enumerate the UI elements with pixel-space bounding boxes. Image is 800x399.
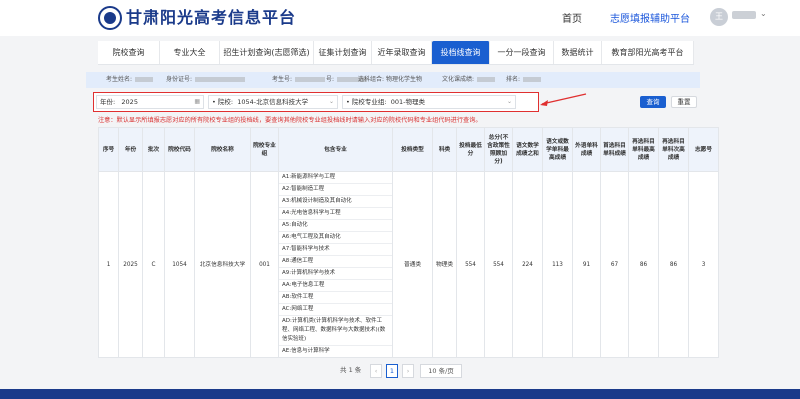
col-header: 语文或数学单科最高成绩 xyxy=(542,127,573,172)
major-group-select[interactable]: • 院校专业组: 001-物理类 ⌄ xyxy=(342,95,516,109)
list-item: A2:智能制造工程 xyxy=(279,184,392,196)
col-header: 序号 xyxy=(98,127,119,172)
info-name: 考生姓名: xyxy=(106,72,154,88)
notice-text: 注意：默认显示所填报志愿对应的所有院校专业组的投档线，要查询其他院校专业组投档线… xyxy=(98,117,482,124)
cell-school-code: 1054 xyxy=(164,171,195,358)
list-item: A3:机械设计制造及其自动化 xyxy=(279,196,392,208)
filter-bar: 年份: 2025 ▦ • 院校: 1054-北京信息科技大学 ⌄ • 院校专业组: … xyxy=(93,92,539,112)
tab-majors[interactable]: 专业大全 xyxy=(160,41,220,64)
col-header: 外语单科成绩 xyxy=(572,127,601,172)
col-header: 包含专业 xyxy=(278,127,393,172)
col-header: 年份 xyxy=(118,127,143,172)
brand-title[interactable]: 甘肃阳光高考信息平台 xyxy=(126,6,296,30)
list-item: AD:计算机类(计算机科学与技术、软件工程、网络工程、数据科学与大数据技术)(数… xyxy=(279,316,392,346)
pager-prev-icon[interactable]: ‹ xyxy=(370,364,382,378)
reset-button[interactable]: 重置 xyxy=(671,96,697,108)
footer-bar xyxy=(0,389,800,399)
list-item: A9:计算机科学与技术 xyxy=(279,268,392,280)
col-header: 志愿号 xyxy=(688,127,719,172)
tab-supplementary-plan[interactable]: 征集计划查询 xyxy=(314,41,372,64)
col-header: 院校名称 xyxy=(194,127,251,172)
candidate-info-bar: 考生姓名: 身份证号: 考生号: 号: 选科组合: 物理化学生物 文化课成绩: … xyxy=(86,72,700,88)
school-select[interactable]: • 院校: 1054-北京信息科技大学 ⌄ xyxy=(208,95,338,109)
tab-score-segment[interactable]: 一分一段查询 xyxy=(490,41,554,64)
cell-chn-or-math-max: 113 xyxy=(542,171,573,358)
cell-seq: 1 xyxy=(98,171,119,358)
nav-home-link[interactable]: 首页 xyxy=(562,10,582,25)
col-header: 投档最低分 xyxy=(456,127,485,172)
calendar-icon: ▦ xyxy=(194,98,200,105)
info-exam-no: 考生号: xyxy=(272,72,326,88)
username-redacted[interactable] xyxy=(732,11,756,19)
pager-total: 共 1 条 xyxy=(340,366,362,374)
list-item: AE:信息与计算科学 xyxy=(282,348,330,354)
cell-subject: 物理类 xyxy=(432,171,457,358)
info-score: 文化课成绩: xyxy=(442,72,496,88)
cell-second-next: 86 xyxy=(658,171,689,358)
cell-min-score: 554 xyxy=(456,171,485,358)
info-subjects: 选科组合: 物理化学生物 xyxy=(358,76,422,83)
list-item: AA:电子信息工程 xyxy=(279,280,392,292)
col-header: 再选科目单科最高成绩 xyxy=(628,127,659,172)
list-item: A7:智能科学与技术 xyxy=(279,244,392,256)
nav-assist-link[interactable]: 志愿填报辅助平台 xyxy=(610,10,690,25)
pager-current[interactable]: 1 xyxy=(386,364,398,378)
table-row: 1 2025 C 1054 北京信息科技大学 001 A1:新能源科学与工程 A… xyxy=(98,171,719,358)
avatar[interactable]: 王 xyxy=(710,8,728,26)
chevron-down-icon: ⌄ xyxy=(328,98,334,105)
cell-foreign: 91 xyxy=(572,171,601,358)
emblem-icon xyxy=(98,6,122,30)
cell-majors: A1:新能源科学与工程 A2:智能制造工程 A3:机械设计制造及其自动化 A4:… xyxy=(278,171,393,358)
annotation-arrow-icon xyxy=(540,93,587,106)
list-item: A6:电气工程及其自动化 xyxy=(279,232,392,244)
cell-second-max: 86 xyxy=(628,171,659,358)
col-header: 再选科目单科次高成绩 xyxy=(658,127,689,172)
major-list: A1:新能源科学与工程 A2:智能制造工程 A3:机械设计制造及其自动化 A4:… xyxy=(279,172,392,357)
cell-year: 2025 xyxy=(118,171,143,358)
list-item: A4:光电信息科学与工程 xyxy=(279,208,392,220)
tab-enrollment-plan[interactable]: 招生计划查询(志愿筛选) xyxy=(220,41,314,64)
tab-past-admissions[interactable]: 近年录取查询 xyxy=(372,41,432,64)
pager-next-icon[interactable]: › xyxy=(402,364,414,378)
cell-batch: C xyxy=(142,171,165,358)
list-item: A5:自动化 xyxy=(279,220,392,232)
col-header: 批次 xyxy=(142,127,165,172)
tab-statistics[interactable]: 数据统计 xyxy=(554,41,602,64)
col-header: 院校专业组 xyxy=(250,127,279,172)
cell-group: 001 xyxy=(250,171,279,358)
list-item: AB:软件工程 xyxy=(279,292,392,304)
main-tabs: 院校查询 专业大全 招生计划查询(志愿筛选) 征集计划查询 近年录取查询 投档线… xyxy=(98,41,694,65)
cell-primary: 67 xyxy=(600,171,629,358)
cell-school-name: 北京信息科技大学 xyxy=(194,171,251,358)
list-item: A8:通信工程 xyxy=(279,256,392,268)
chevron-down-icon: ⌄ xyxy=(506,98,512,105)
col-header: 语文数学成绩之和 xyxy=(512,127,543,172)
tab-school-query[interactable]: 院校查询 xyxy=(98,41,160,64)
top-bar: 甘肃阳光高考信息平台 首页 志愿填报辅助平台 王 ⌄ xyxy=(0,0,800,36)
col-header: 首选科目单科成绩 xyxy=(600,127,629,172)
chevron-down-icon[interactable]: ⌄ xyxy=(760,9,767,18)
col-header: 科类 xyxy=(432,127,457,172)
tab-cutoff-line[interactable]: 投档线查询 xyxy=(432,41,490,64)
search-button[interactable]: 查询 xyxy=(640,96,666,108)
cell-wish-no: 3 xyxy=(688,171,719,358)
col-header: 总分(不含政策性照顾加分) xyxy=(484,127,513,172)
col-header: 投档类型 xyxy=(392,127,433,172)
table-header-row: 序号 年份 批次 院校代码 院校名称 院校专业组 包含专业 投档类型 科类 投档… xyxy=(98,127,719,172)
cutoff-table: 序号 年份 批次 院校代码 院校名称 院校专业组 包含专业 投档类型 科类 投档… xyxy=(98,127,719,358)
year-select[interactable]: 年份: 2025 ▦ xyxy=(96,95,204,109)
cell-total: 554 xyxy=(484,171,513,358)
tab-moe-portal[interactable]: 教育部阳光高考平台 xyxy=(602,41,694,64)
info-rank: 排名: xyxy=(506,72,542,88)
cell-type: 普通类 xyxy=(392,171,433,358)
list-item: AC:网络工程 xyxy=(279,304,392,316)
col-header: 院校代码 xyxy=(164,127,195,172)
cell-chn-math: 224 xyxy=(512,171,543,358)
page-size-select[interactable]: 10 条/页 xyxy=(420,364,462,378)
info-id: 身份证号: xyxy=(166,72,246,88)
list-item: A1:新能源科学与工程 xyxy=(279,172,392,184)
